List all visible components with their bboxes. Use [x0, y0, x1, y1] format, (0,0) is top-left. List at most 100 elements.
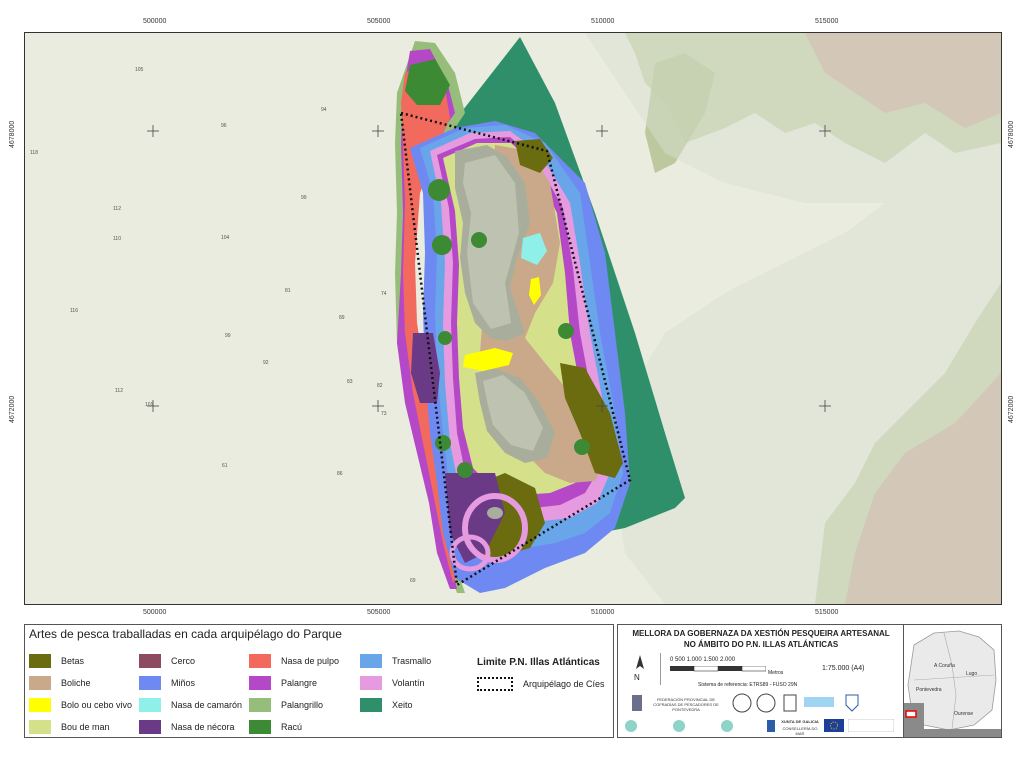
xunta-logo-text: XUNTA DE GALICIA	[781, 719, 819, 724]
scale-bar	[670, 666, 766, 672]
eu-fund-logo-icon	[848, 719, 894, 732]
legend-swatch	[249, 654, 271, 668]
locator-label-pontevedra: Pontevedra	[916, 687, 942, 693]
legend-label: Bou de man	[61, 722, 110, 732]
project-title-line1: MELLORA DA GOBERNAZA DA XESTIÓN PESQUEIR…	[632, 629, 890, 638]
legend-label: Nasa de pulpo	[281, 656, 340, 666]
cofradia-logo-icon-1	[732, 693, 752, 713]
xunta-logo-icon	[767, 720, 775, 732]
racu-spot-5	[558, 323, 574, 339]
legend-label: Palangrillo	[281, 700, 324, 710]
legend-label: Racú	[281, 722, 303, 732]
legend-item-nasa-de-pulpo: Nasa de pulpo	[249, 653, 339, 669]
depth-sounding: 92	[263, 360, 269, 366]
shield-logo-icon	[845, 694, 859, 712]
locator-label-coruna: A Coruña	[934, 663, 955, 669]
locator-galicia-shape	[904, 625, 1001, 737]
racu-spot-2	[432, 235, 452, 255]
depth-sounding: 118	[30, 150, 38, 156]
depth-sounding: 94	[321, 107, 327, 113]
map-canvas[interactable]	[25, 33, 1001, 604]
island-small-south	[487, 507, 503, 519]
project-title: MELLORA DA GOBERNAZA DA XESTIÓN PESQUEIR…	[618, 628, 904, 650]
scale-marks: 0 500 1.000 1.500 2.000	[670, 657, 736, 663]
depth-sounding: 105	[135, 67, 144, 73]
legend-label: Trasmallo	[392, 656, 432, 666]
project-title-line2: NO ÁMBITO DO P.N. ILLAS ATLÁNTICAS	[683, 640, 839, 649]
legend-swatch	[360, 698, 382, 712]
legend-swatch	[29, 720, 51, 734]
legend-swatch	[249, 698, 271, 712]
legend-swatch	[29, 654, 51, 668]
y-tick-4678000-right: 4678000	[1008, 120, 1015, 148]
legend-swatch	[249, 720, 271, 734]
legend-item-betas: Betas	[29, 653, 84, 669]
legend-swatch	[29, 698, 51, 712]
map-frame[interactable]: 105 118 112 110 116 112 101 96 94 99 104 99 92 89 81 86…	[24, 32, 1002, 605]
y-tick-4678000-left: 4678000	[9, 120, 16, 148]
legend-label: Xeito	[392, 700, 413, 710]
legend-label: Betas	[61, 656, 85, 666]
x-tick-500000-top: 500000	[143, 18, 167, 25]
legend-swatch	[29, 676, 51, 690]
depth-sounding: 96	[221, 123, 227, 129]
depth-sounding: 81	[285, 288, 291, 294]
legend-swatch	[139, 676, 161, 690]
logos-row-1: FEDERACIÓN PROVINCIAL DE COFRADÍAS DE PE…	[622, 691, 900, 715]
legend-label: Boliche	[61, 678, 91, 688]
legend-item-nasa-de-nécora: Nasa de nécora	[139, 719, 235, 735]
cangas-logo-icon	[804, 697, 834, 707]
legend-label: Palangre	[281, 678, 318, 688]
north-arrow-icon	[636, 655, 644, 669]
legend-title: Artes de pesca traballadas en cada arqui…	[29, 627, 342, 641]
legend-item-cerco: Cerco	[139, 653, 195, 669]
legend-swatch	[360, 676, 382, 690]
legend-item-miños: Miños	[139, 675, 195, 691]
legend-swatch	[139, 720, 161, 734]
legend: Artes de pesca traballadas en cada arqui…	[24, 624, 614, 738]
reference-system: Sistema de referencia: ETRS89 - FUSO 29N	[698, 682, 798, 688]
depth-sounding: 112	[115, 388, 123, 394]
locator-label-lugo: Lugo	[966, 671, 978, 677]
legend-label: Volantín	[392, 678, 425, 688]
legend-item-bou-de-man: Bou de man	[29, 719, 110, 735]
legend-label: Nasa de nécora	[171, 722, 235, 732]
depth-sounding: 82	[377, 383, 383, 389]
racu-spot-4	[438, 331, 452, 345]
depth-sounding: 112	[113, 206, 121, 212]
limit-item-label: Arquipélago de Cíes	[523, 679, 605, 689]
depth-sounding: 101	[145, 402, 154, 408]
legend-item-nasa-de-camarón: Nasa de camarón	[139, 697, 242, 713]
locator-map: A Coruña Lugo Pontevedra Ourense	[903, 624, 1002, 738]
y-tick-4672000-left: 4672000	[9, 395, 16, 423]
y-tick-4672000-right: 4672000	[1008, 395, 1015, 423]
depth-sounding: 116	[70, 308, 78, 314]
conselleria-logo-text: CONSELLERÍA DO MAR	[782, 726, 818, 736]
depth-sounding: 99	[301, 195, 307, 201]
partner-logo-icon-2	[673, 720, 685, 732]
legend-label: Bolo ou cebo vivo	[61, 700, 133, 710]
legend-item-trasmallo: Trasmallo	[360, 653, 431, 669]
x-tick-510000-bottom: 510000	[591, 609, 615, 616]
depth-sounding: 69	[410, 578, 416, 584]
x-tick-515000-bottom: 515000	[815, 609, 839, 616]
depth-sounding: 99	[225, 333, 231, 339]
x-tick-515000-top: 515000	[815, 18, 839, 25]
legend-swatch	[139, 654, 161, 668]
racu-spot-7	[574, 439, 590, 455]
legend-item-volantín: Volantín	[360, 675, 425, 691]
x-tick-500000-bottom: 500000	[143, 609, 167, 616]
x-tick-505000-bottom: 505000	[367, 609, 391, 616]
depth-sounding: 89	[339, 315, 345, 321]
legend-item-boliche: Boliche	[29, 675, 91, 691]
federation-logo-icon	[632, 695, 642, 711]
partner-logo-icon-3	[721, 720, 733, 732]
legend-item-racú: Racú	[249, 719, 302, 735]
limit-title: Limite P.N. Illas Atlánticas	[477, 657, 600, 668]
legend-label: Miños	[171, 678, 196, 688]
scale-ratio: 1:75.000 (A4)	[822, 665, 865, 672]
locator-label-ourense: Ourense	[954, 711, 974, 717]
x-tick-510000-top: 510000	[591, 18, 615, 25]
depth-sounding: 83	[347, 379, 353, 385]
legend-label: Cerco	[171, 656, 196, 666]
